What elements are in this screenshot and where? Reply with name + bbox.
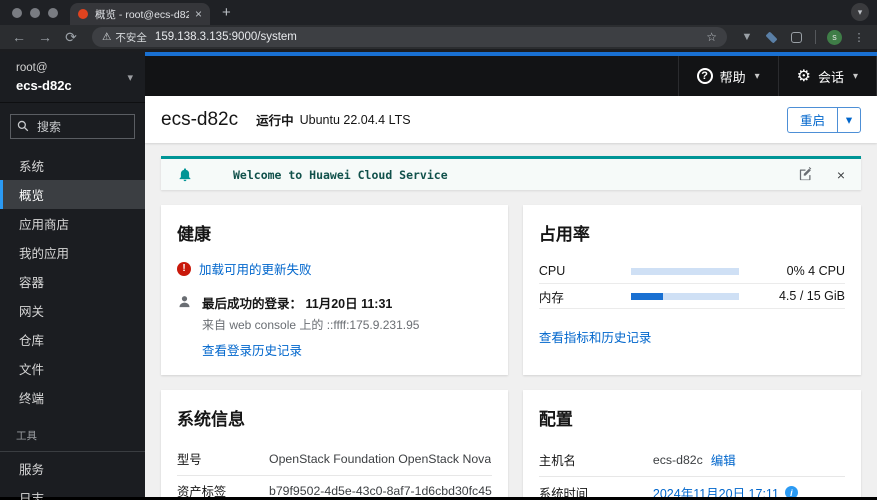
host-name: ecs-d82c: [16, 77, 72, 93]
sidebar-item-logs[interactable]: 日志: [0, 483, 145, 500]
hostname-row: 主机名 ecs-d82c 编辑: [538, 444, 845, 477]
info-icon[interactable]: i: [784, 486, 798, 497]
session-label: 会话: [817, 69, 844, 85]
sidebar-item-files[interactable]: 文件: [0, 354, 145, 383]
bell-icon: [179, 167, 191, 181]
new-tab-button[interactable]: +: [222, 4, 231, 21]
gear-icon: ⚙: [796, 68, 811, 85]
cpu-progress-bar: [630, 267, 739, 275]
last-login-source: 来自 web console 上的 ::ffff:175.9.231.95: [202, 318, 420, 332]
last-login-time: 11月20日 11:31: [305, 297, 393, 311]
edit-icon[interactable]: [798, 167, 813, 182]
reload-button[interactable]: ⟳: [60, 29, 82, 46]
help-icon: ?: [696, 68, 713, 84]
browser-tab[interactable]: 概览 - root@ecs-d82c ×: [70, 3, 210, 25]
tab-search-button[interactable]: ▾: [851, 3, 869, 21]
page-title: ecs-d82c: [161, 108, 239, 130]
bookmark-star-icon[interactable]: ☆: [706, 30, 717, 44]
sidebar-section-tools: 工具: [16, 430, 37, 443]
user-icon: [179, 296, 190, 308]
edit-hostname-link[interactable]: 编辑: [711, 450, 736, 469]
extension-diamond-icon[interactable]: [765, 30, 778, 44]
help-label: 帮助: [719, 69, 746, 85]
search-icon: [17, 120, 29, 132]
cpu-value: 0% 4 CPU: [786, 264, 845, 278]
metrics-link[interactable]: 查看指标和历史记录: [539, 327, 652, 346]
cpu-label: CPU: [538, 264, 566, 278]
address-bar[interactable]: ⚠ 不安全 159.138.3.135:9000/system ☆: [92, 27, 727, 47]
session-menu[interactable]: ⚙ 会话 ▾: [777, 56, 877, 96]
restart-split-button: 重启 ▾: [786, 106, 861, 133]
warning-icon: ⚠: [102, 31, 112, 43]
window-controls[interactable]: [0, 7, 70, 18]
back-button[interactable]: ←: [8, 29, 30, 45]
memory-usage-row: 内存 4.5 / 15 GiB: [538, 284, 845, 309]
security-badge[interactable]: ⚠ 不安全: [102, 30, 147, 45]
config-card: 配置 主机名 ecs-d82c 编辑 系统时间 2024年11月20日 17:1…: [522, 390, 861, 497]
chevron-down-icon: ▾: [852, 70, 858, 82]
forward-button[interactable]: →: [34, 29, 56, 45]
browser-menu-icon[interactable]: ⋮: [849, 31, 869, 44]
system-info-title: 系统信息: [177, 410, 245, 429]
toolbar-separator: [815, 30, 816, 44]
sidebar: root@ ecs-d82c ▾ 系统 概览 应用商店 我的应用 容器 网关 仓…: [0, 52, 145, 500]
sidebar-divider: [0, 451, 145, 453]
memory-label: 内存: [538, 290, 564, 305]
restart-button[interactable]: 重启: [786, 106, 837, 133]
url-text[interactable]: 159.138.3.135:9000/system: [155, 31, 700, 43]
health-card: 健康 ! 加载可用的更新失败 最后成功的登录： 11月20日 11:31 来自 …: [161, 205, 508, 375]
updates-failed-link[interactable]: 加载可用的更新失败: [199, 259, 312, 278]
error-icon: !: [177, 261, 191, 276]
last-login-label: 最后成功的登录：: [202, 297, 303, 311]
profile-badge[interactable]: s: [827, 29, 842, 45]
sidebar-item-containers[interactable]: 容器: [0, 267, 145, 296]
extensions-icon[interactable]: [791, 31, 802, 43]
favicon-icon: [78, 9, 88, 19]
sidebar-nav: 系统 概览 应用商店 我的应用 容器 网关 仓库 文件 终端 工具 服务 日志: [0, 151, 145, 500]
sidebar-item-system[interactable]: 系统: [0, 151, 145, 180]
sidebar-item-terminal[interactable]: 终端: [0, 383, 145, 412]
login-history-link[interactable]: 查看登录历史记录: [202, 340, 302, 359]
memory-value: 4.5 / 15 GiB: [778, 289, 845, 303]
cpu-usage-row: CPU 0% 4 CPU: [538, 259, 845, 284]
close-icon[interactable]: ×: [837, 167, 845, 183]
memory-progress-bar: [630, 292, 739, 300]
page-header: ecs-d82c 运行中 Ubuntu 22.04.4 LTS 重启 ▾: [145, 96, 877, 143]
sidebar-item-repository[interactable]: 仓库: [0, 325, 145, 354]
sidebar-search: [10, 114, 135, 140]
tab-close-icon[interactable]: ×: [195, 7, 202, 21]
download-triangle-icon[interactable]: ▼: [737, 31, 757, 43]
config-title: 配置: [538, 410, 573, 429]
restart-caret-button[interactable]: ▾: [837, 106, 861, 133]
host-user: root@: [16, 62, 48, 74]
system-time-link[interactable]: 2024年11月20日 17:11: [653, 483, 779, 497]
system-info-card: 系统信息 型号 OpenStack Foundation OpenStack N…: [161, 390, 508, 497]
model-row: 型号 OpenStack Foundation OpenStack Nova: [177, 444, 492, 476]
browser-toolbar: ← → ⟳ ⚠ 不安全 159.138.3.135:9000/system ☆ …: [0, 25, 877, 52]
usage-card: 占用率 CPU 0% 4 CPU 内存 4.5 / 15 GiB 查看指标和历史…: [522, 205, 861, 375]
sidebar-item-app-store[interactable]: 应用商店: [0, 209, 145, 238]
overview-page: Welcome to Huawei Cloud Service × 健康 ! 加…: [145, 143, 877, 497]
security-label: 不安全: [115, 31, 147, 44]
chevron-down-icon: ▾: [754, 70, 760, 82]
running-state: 运行中: [256, 114, 294, 128]
help-menu[interactable]: ? 帮助 ▾: [677, 56, 778, 96]
sidebar-item-services[interactable]: 服务: [0, 454, 145, 483]
banner-message: Welcome to Huawei Cloud Service: [233, 167, 448, 182]
usage-title: 占用率: [538, 225, 590, 244]
asset-tag-row: 资产标签 b79f9502-4d5e-43c0-8af7-1d6cbd30fc4…: [177, 476, 492, 497]
system-time-row: 系统时间 2024年11月20日 17:11 i: [539, 477, 845, 497]
health-title: 健康: [177, 225, 211, 244]
os-version: Ubuntu 22.04.4 LTS: [299, 112, 411, 127]
sidebar-item-gateway[interactable]: 网关: [0, 296, 145, 325]
chevron-down-icon: ▾: [127, 72, 133, 85]
tab-title: 概览 - root@ecs-d82c: [95, 8, 189, 21]
masthead: ? 帮助 ▾ ⚙ 会话 ▾: [145, 56, 877, 96]
sidebar-item-my-apps[interactable]: 我的应用: [0, 238, 145, 267]
motd-banner: Welcome to Huawei Cloud Service ×: [161, 156, 861, 190]
sidebar-item-overview[interactable]: 概览: [0, 180, 145, 210]
browser-tab-strip: 概览 - root@ecs-d82c × + ▾: [0, 0, 877, 25]
host-switcher[interactable]: root@ ecs-d82c ▾: [0, 52, 145, 104]
